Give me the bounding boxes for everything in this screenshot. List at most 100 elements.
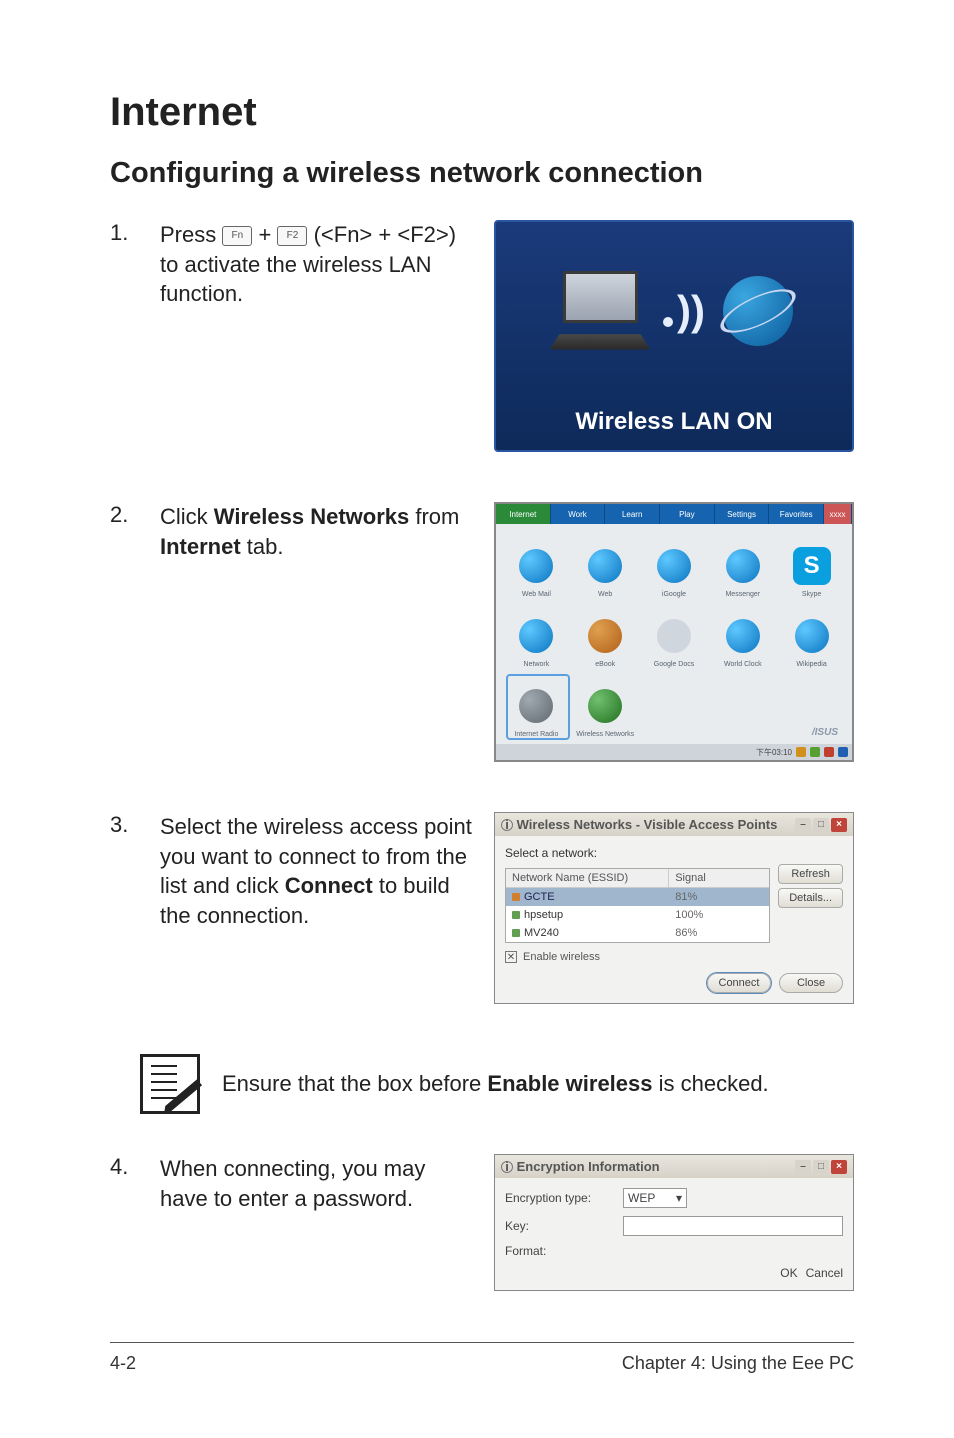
signal-icon (512, 911, 520, 919)
icon-web[interactable]: Web (573, 532, 638, 598)
ok-button[interactable]: OK (780, 1266, 797, 1280)
col-network-name: Network Name (ESSID) (506, 869, 669, 887)
step-text: Press Fn + F2 (<Fn> + <F2>) to activate … (160, 220, 472, 309)
f2-keycap-icon: F2 (277, 226, 307, 246)
info-icon: i (501, 819, 513, 831)
tab-settings[interactable]: Settings (715, 504, 770, 524)
dialog-titlebar: i Wireless Networks - Visible Access Poi… (495, 813, 853, 836)
internet-tab-figure: Internet Work Learn Play Settings Favori… (494, 502, 854, 762)
selection-highlight (506, 674, 570, 740)
signal-icon (512, 929, 520, 937)
status-indicator (796, 747, 806, 757)
chapter-label: Chapter 4: Using the Eee PC (622, 1353, 854, 1374)
enable-wireless-checkbox[interactable]: ✕ Enable wireless (505, 951, 843, 963)
note-icon (140, 1054, 200, 1114)
note-callout: Ensure that the box before Enable wirele… (140, 1054, 854, 1114)
text-bold: Internet (160, 534, 241, 559)
icon-igoogle[interactable]: iGoogle (642, 532, 707, 598)
chevron-down-icon: ▾ (676, 1191, 682, 1205)
list-header: Network Name (ESSID) Signal (506, 869, 769, 888)
list-item[interactable]: hpsetup 100% (506, 906, 769, 924)
maximize-icon[interactable]: □ (813, 818, 829, 832)
icon-network[interactable]: Network (504, 602, 569, 668)
list-item[interactable]: GCTE 81% (506, 888, 769, 906)
page-number: 4-2 (110, 1353, 136, 1374)
tab-favorites[interactable]: Favorites (769, 504, 824, 524)
connect-button[interactable]: Connect (707, 973, 771, 993)
minimize-icon[interactable]: – (795, 1160, 811, 1174)
signal-icon (512, 893, 520, 901)
cancel-button[interactable]: Cancel (806, 1266, 843, 1280)
status-indicator (810, 747, 820, 757)
text: from (409, 504, 459, 529)
text: tab. (241, 534, 284, 559)
wireless-lan-on-figure: )) Wireless LAN ON (494, 220, 854, 452)
page-title: Internet (110, 90, 854, 135)
minimize-icon[interactable]: – (795, 818, 811, 832)
close-icon[interactable]: × (831, 818, 847, 832)
key-input[interactable] (623, 1216, 843, 1236)
status-indicator (824, 747, 834, 757)
tab-work[interactable]: Work (551, 504, 606, 524)
step-2: 2. Click Wireless Networks from Internet… (110, 502, 854, 762)
encryption-dialog: i Encryption Information – □ × Encryptio… (494, 1154, 854, 1291)
icon-world-clock[interactable]: World Clock (710, 602, 775, 668)
section-title: Configuring a wireless network connectio… (110, 157, 854, 190)
close-icon[interactable]: × (831, 1160, 847, 1174)
icon-skype[interactable]: SSkype (779, 532, 844, 598)
icon-web-mail[interactable]: Web Mail (504, 532, 569, 598)
step-number: 1. (110, 220, 138, 246)
step-4: 4. When connecting, you may have to ente… (110, 1154, 854, 1291)
status-time: 下午03:10 (756, 747, 792, 758)
checkbox-label: Enable wireless (523, 951, 600, 963)
laptop-icon (555, 271, 645, 351)
network-list[interactable]: Network Name (ESSID) Signal GCTE 81% hps… (505, 868, 770, 943)
format-label: Format: (505, 1244, 615, 1258)
tab-internet[interactable]: Internet (496, 504, 551, 524)
details-button[interactable]: Details... (778, 888, 843, 908)
dialog-title-text: i Encryption Information (501, 1159, 660, 1174)
step-1: 1. Press Fn + F2 (<Fn> + <F2>) to activa… (110, 220, 854, 452)
key-label: Key: (505, 1219, 615, 1233)
close-button[interactable]: Close (779, 973, 843, 993)
refresh-button[interactable]: Refresh (778, 864, 843, 884)
tab-learn[interactable]: Learn (605, 504, 660, 524)
icon-ebook[interactable]: eBook (573, 602, 638, 668)
note-text: Ensure that the box before Enable wirele… (222, 1071, 769, 1097)
step-text: Select the wireless access point you wan… (160, 812, 472, 931)
text-bold: Connect (285, 873, 373, 898)
text: + (258, 222, 277, 247)
step-text: When connecting, you may have to enter a… (160, 1154, 472, 1213)
tab-play[interactable]: Play (660, 504, 715, 524)
brand-label: /ISUS (779, 672, 844, 738)
status-indicator (838, 747, 848, 757)
step-3: 3. Select the wireless access point you … (110, 812, 854, 1004)
fn-keycap-icon: Fn (222, 226, 252, 246)
tab-close[interactable]: xxxx (824, 504, 852, 524)
signal-waves-icon: )) (663, 287, 705, 335)
dialog-title-text: i Wireless Networks - Visible Access Poi… (501, 817, 777, 832)
wireless-lan-on-label: Wireless LAN ON (496, 394, 852, 450)
encryption-type-label: Encryption type: (505, 1191, 615, 1205)
step-number: 4. (110, 1154, 138, 1180)
tab-bar: Internet Work Learn Play Settings Favori… (496, 504, 852, 524)
icon-messenger[interactable]: Messenger (710, 532, 775, 598)
encryption-type-select[interactable]: WEP▾ (623, 1188, 687, 1208)
icon-wikipedia[interactable]: Wikipedia (779, 602, 844, 668)
status-bar: 下午03:10 (496, 744, 852, 760)
checkbox-icon[interactable]: ✕ (505, 951, 517, 963)
globe-icon (723, 276, 793, 346)
wireless-networks-dialog: i Wireless Networks - Visible Access Poi… (494, 812, 854, 1004)
step-number: 3. (110, 812, 138, 838)
text-bold: Wireless Networks (214, 504, 409, 529)
icon-google-docs[interactable]: Google Docs (642, 602, 707, 668)
list-item[interactable]: MV240 86% (506, 924, 769, 942)
text: Click (160, 504, 214, 529)
page-footer: 4-2 Chapter 4: Using the Eee PC (110, 1342, 854, 1374)
col-signal: Signal (669, 869, 769, 887)
step-text: Click Wireless Networks from Internet ta… (160, 502, 472, 561)
maximize-icon[interactable]: □ (813, 1160, 829, 1174)
icon-wireless-networks[interactable]: Wireless Networks (573, 672, 638, 738)
dialog-titlebar: i Encryption Information – □ × (495, 1155, 853, 1178)
select-network-label: Select a network: (505, 846, 843, 860)
